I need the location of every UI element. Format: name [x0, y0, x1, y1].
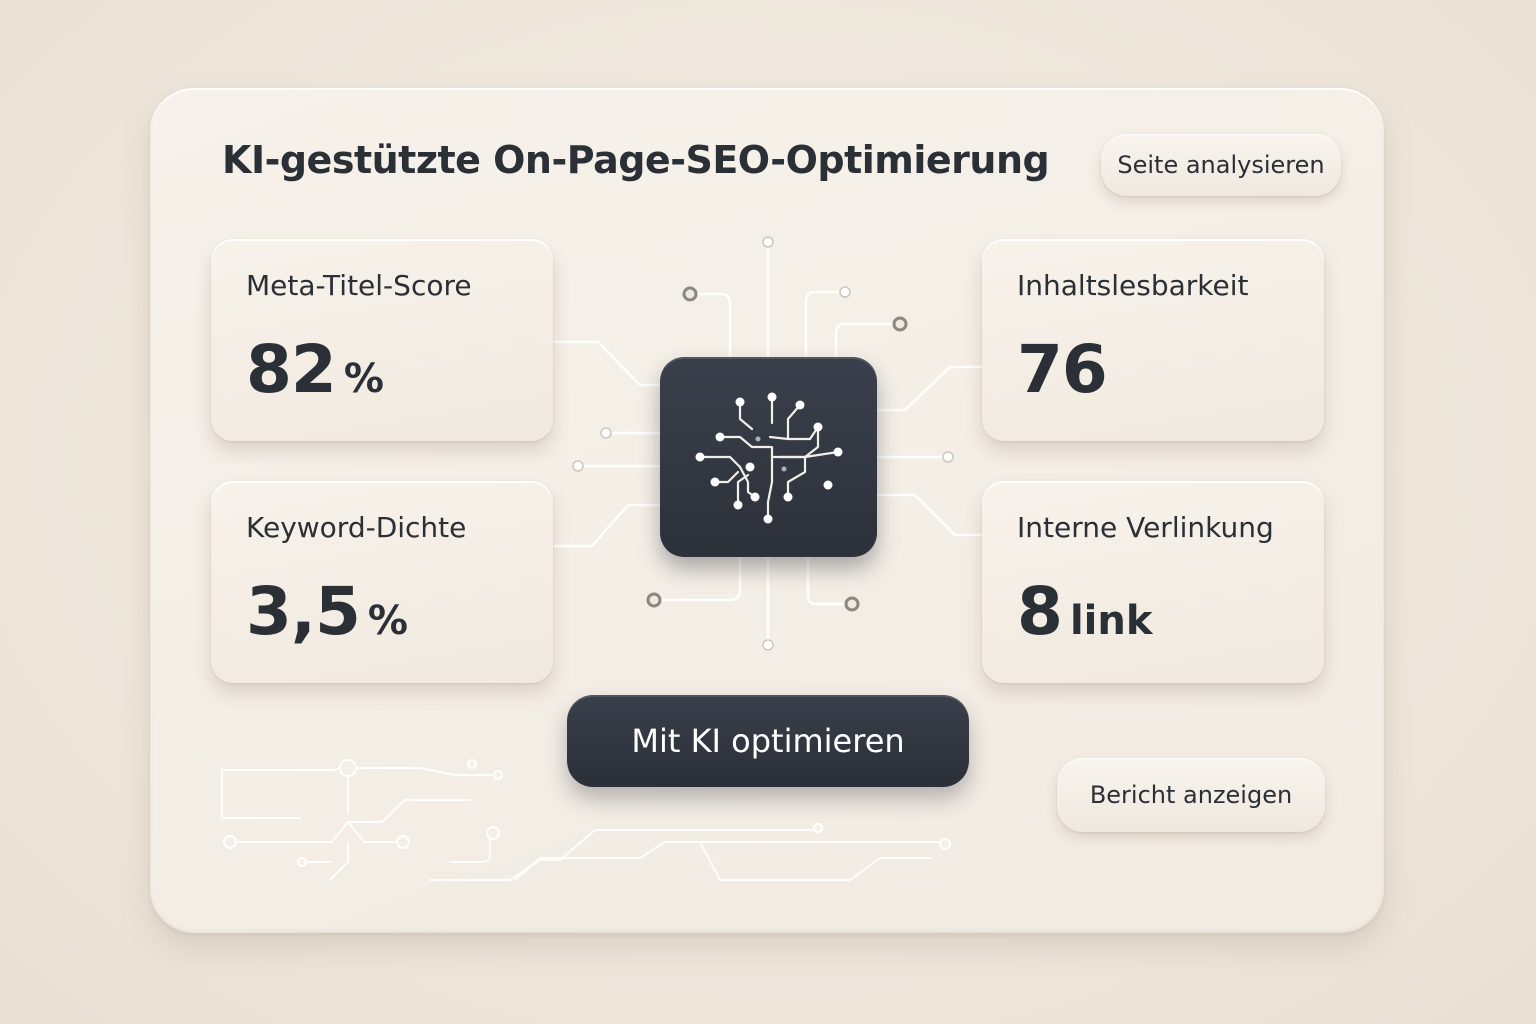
analyze-page-button[interactable]: Seite analysieren	[1101, 134, 1341, 196]
stage: KI-gestützte On-Page-SEO-Optimierung Sei…	[0, 0, 1536, 1024]
ai-chip	[660, 357, 877, 557]
metric-card-meta-title-score: Meta-Titel-Score 82%	[211, 239, 553, 441]
metric-card-keyword-density: Keyword-Dichte 3,5%	[211, 481, 553, 683]
metric-label: Interne Verlinkung	[1017, 511, 1274, 544]
metric-value: 3,5%	[246, 573, 408, 650]
metric-unit: %	[343, 356, 384, 402]
metric-unit: %	[367, 598, 408, 644]
metric-label: Meta-Titel-Score	[246, 269, 472, 302]
page-title: KI-gestützte On-Page-SEO-Optimierung	[222, 138, 1050, 182]
metric-number: 82	[246, 331, 337, 408]
metric-label: Inhaltslesbarkeit	[1017, 269, 1249, 302]
metric-value: 76	[1017, 331, 1108, 408]
view-report-button[interactable]: Bericht anzeigen	[1057, 758, 1325, 832]
metric-number: 76	[1017, 331, 1108, 408]
metric-unit: link	[1069, 598, 1153, 644]
metric-card-internal-links: Interne Verlinkung 8 link	[982, 481, 1324, 683]
ai-brain-circuit-icon	[695, 392, 843, 524]
metric-card-readability: Inhaltslesbarkeit 76	[982, 239, 1324, 441]
optimize-with-ai-button[interactable]: Mit KI optimieren	[567, 695, 969, 787]
metric-value: 8 link	[1017, 573, 1152, 650]
metric-number: 3,5	[246, 573, 361, 650]
metric-label: Keyword-Dichte	[246, 511, 467, 544]
metric-number: 8	[1017, 573, 1063, 650]
metric-value: 82%	[246, 331, 384, 408]
